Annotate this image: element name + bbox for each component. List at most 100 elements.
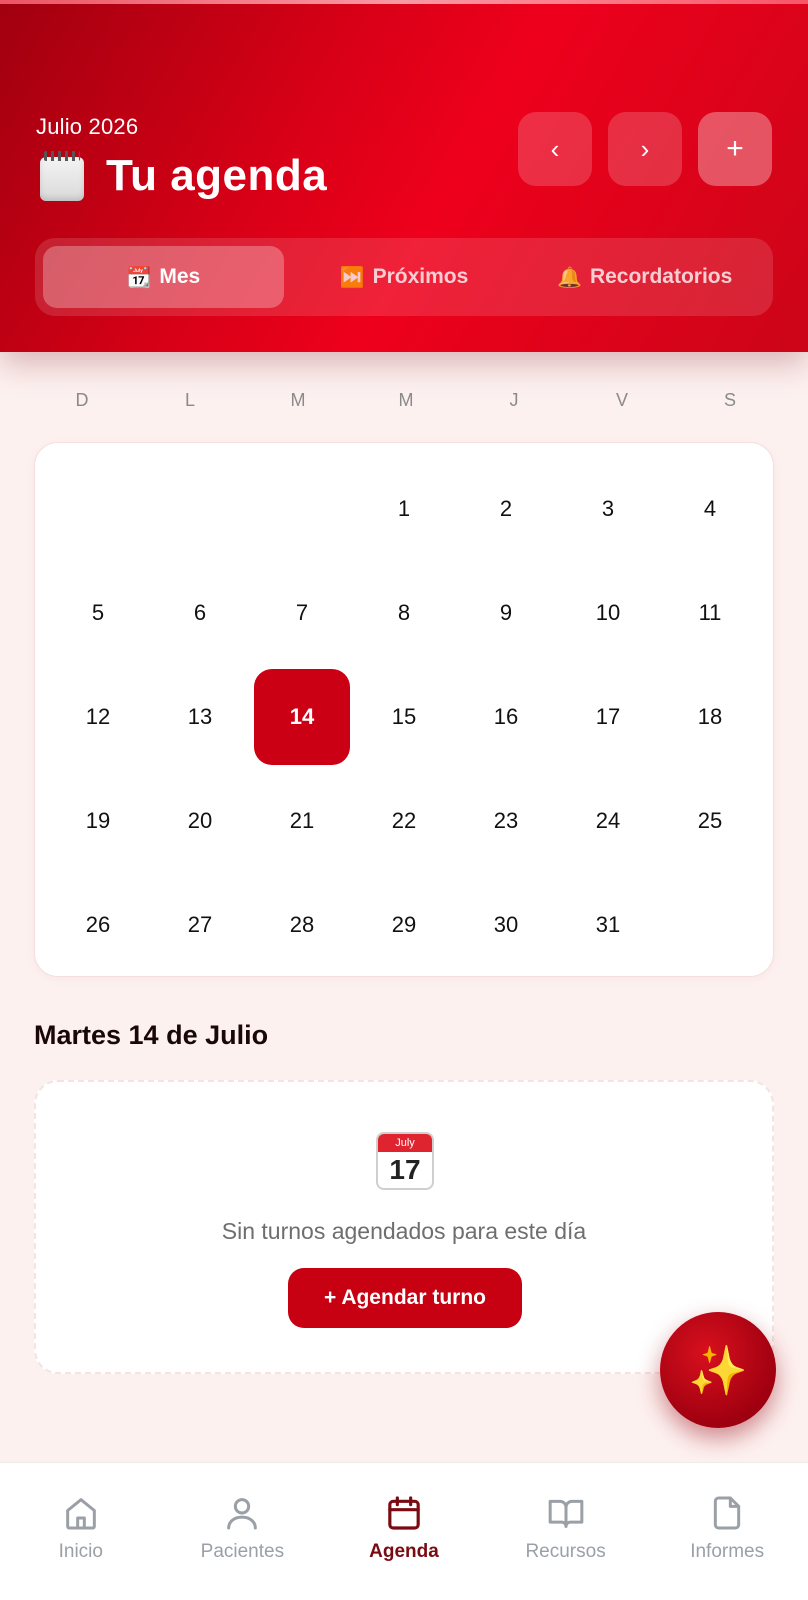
- tab-label: Mes: [159, 265, 201, 288]
- calendar-day-number: 22: [391, 808, 417, 833]
- schedule-appointment-button[interactable]: + Agendar turno: [288, 1268, 522, 1328]
- nav-label: Agenda: [369, 1541, 439, 1562]
- nav-item-agenda[interactable]: Agenda: [334, 1493, 474, 1600]
- calendar-icon: 📆: [126, 266, 152, 289]
- calendar-icon: July 17: [376, 1132, 434, 1190]
- calendar-day-number: 15: [391, 704, 417, 729]
- calendar-day[interactable]: 16: [455, 665, 557, 769]
- calendar-day-number: 21: [289, 808, 315, 833]
- tab-recordatorios[interactable]: 🔔 Recordatorios: [524, 246, 765, 308]
- weekday-label: V: [615, 390, 628, 410]
- calendar-day-number: 14: [254, 669, 350, 765]
- calendar-day[interactable]: 15: [353, 665, 455, 769]
- weekday-label: J: [509, 390, 519, 410]
- tab-label: Recordatorios: [589, 265, 733, 288]
- fast-forward-icon: ⏭️: [339, 266, 365, 289]
- calendar-day[interactable]: 12: [47, 665, 149, 769]
- calendar-day-number: 4: [703, 496, 717, 521]
- month-calendar: 1 2 3 4 5 6 7 8 9 10 11 12 13 14 15 16 17 18 19 20 21 22 23 24 2…: [34, 442, 774, 977]
- weekday-header: D L M M J V S: [28, 390, 784, 411]
- weekday-label: L: [184, 390, 195, 410]
- calendar-day[interactable]: 13: [149, 665, 251, 769]
- weekday-label: D: [75, 390, 89, 410]
- calendar-day-number: 29: [391, 912, 417, 937]
- spiral-calendar-icon: [38, 151, 86, 201]
- tab-mes[interactable]: 📆 Mes: [43, 246, 284, 308]
- weekday-label: S: [723, 390, 736, 410]
- calendar-day-number: 30: [493, 912, 519, 937]
- weekday-label: M: [398, 390, 414, 410]
- tab-proximos[interactable]: ⏭️ Próximos: [284, 246, 525, 308]
- calendar-icon: [388, 1496, 420, 1530]
- calendar-day[interactable]: 3: [557, 457, 659, 561]
- calendar-day[interactable]: 23: [455, 769, 557, 873]
- calendar-day[interactable]: 30: [455, 873, 557, 977]
- calendar-day[interactable]: 9: [455, 561, 557, 665]
- calendar-day[interactable]: 1: [353, 457, 455, 561]
- calendar-blank-cell: [251, 457, 353, 561]
- calendar-day[interactable]: 22: [353, 769, 455, 873]
- calendar-day[interactable]: 19: [47, 769, 149, 873]
- tab-label: Próximos: [372, 265, 469, 288]
- calendar-day-number: 12: [85, 704, 111, 729]
- title-row: Tu agenda: [38, 148, 327, 204]
- calendar-day[interactable]: 10: [557, 561, 659, 665]
- calendar-day[interactable]: 18: [659, 665, 761, 769]
- calendar-day-number: 10: [595, 600, 621, 625]
- calendar-day-number: 11: [698, 600, 722, 625]
- empty-state-text: Sin turnos agendados para este día: [221, 1218, 587, 1244]
- nav-label: Informes: [690, 1541, 765, 1562]
- calendar-blank-cell: [149, 457, 251, 561]
- file-icon: [714, 1496, 741, 1530]
- calendar-day-number: 25: [697, 808, 723, 833]
- prev-month-button[interactable]: ‹: [518, 112, 592, 186]
- calendar-day[interactable]: 8: [353, 561, 455, 665]
- calendar-day[interactable]: 26: [47, 873, 149, 977]
- nav-item-pacientes[interactable]: Pacientes: [172, 1493, 312, 1600]
- nav-item-recursos[interactable]: Recursos: [496, 1493, 636, 1600]
- calendar-day-number: 18: [697, 704, 723, 729]
- view-tabs: 📆 Mes ⏭️ Próximos 🔔 Recordatorios: [35, 238, 773, 316]
- calendar-day-number: 27: [187, 912, 213, 937]
- page-title: Tu agenda: [106, 151, 328, 200]
- calendar-day-number: 19: [85, 808, 111, 833]
- add-button[interactable]: +: [698, 112, 772, 186]
- nav-item-inicio[interactable]: Inicio: [11, 1493, 151, 1600]
- calendar-day[interactable]: 7: [251, 561, 353, 665]
- calendar-day[interactable]: 5: [47, 561, 149, 665]
- calendar-day-number: 6: [193, 600, 207, 625]
- next-month-button[interactable]: ›: [608, 112, 682, 186]
- user-icon: [227, 1498, 258, 1530]
- calendar-day[interactable]: 27: [149, 873, 251, 977]
- bottom-nav: Inicio Pacientes Agenda Recursos Informe…: [0, 1462, 808, 1600]
- calendar-day[interactable]: 29: [353, 873, 455, 977]
- calendar-day[interactable]: 20: [149, 769, 251, 873]
- calendar-icon-month: July: [378, 1134, 432, 1152]
- calendar-day[interactable]: 6: [149, 561, 251, 665]
- sparkles-fab-button[interactable]: ✨: [660, 1312, 776, 1428]
- nav-label: Recursos: [525, 1541, 606, 1562]
- nav-label: Inicio: [58, 1541, 103, 1562]
- weekday-label: M: [290, 390, 306, 410]
- bell-icon: 🔔: [557, 266, 582, 289]
- calendar-day[interactable]: 25: [659, 769, 761, 873]
- calendar-day-number: 5: [91, 600, 105, 625]
- nav-item-informes[interactable]: Informes: [657, 1493, 797, 1600]
- home-icon: [65, 1498, 96, 1530]
- calendar-day-number: 2: [499, 496, 513, 521]
- calendar-day-number: 24: [595, 808, 621, 833]
- calendar-day[interactable]: 4: [659, 457, 761, 561]
- calendar-day[interactable]: 2: [455, 457, 557, 561]
- calendar-day[interactable]: 24: [557, 769, 659, 873]
- app-header: Julio 2026 Tu agenda ‹ › + 📆 Mes ⏭️ Próx…: [0, 0, 808, 352]
- calendar-day-number: 23: [493, 808, 519, 833]
- calendar-day[interactable]: 21: [251, 769, 353, 873]
- empty-state-card: July 17 Sin turnos agendados para este d…: [34, 1080, 774, 1374]
- calendar-grid: 1 2 3 4 5 6 7 8 9 10 11 12 13 14 15 16 17 18 19 20 21 22 23 24 2…: [47, 457, 761, 977]
- calendar-day-selected[interactable]: 14: [251, 665, 353, 769]
- calendar-day[interactable]: 28: [251, 873, 353, 977]
- calendar-day[interactable]: 17: [557, 665, 659, 769]
- sparkles-icon: ✨: [688, 1344, 748, 1398]
- calendar-day[interactable]: 31: [557, 873, 659, 977]
- calendar-day[interactable]: 11: [659, 561, 761, 665]
